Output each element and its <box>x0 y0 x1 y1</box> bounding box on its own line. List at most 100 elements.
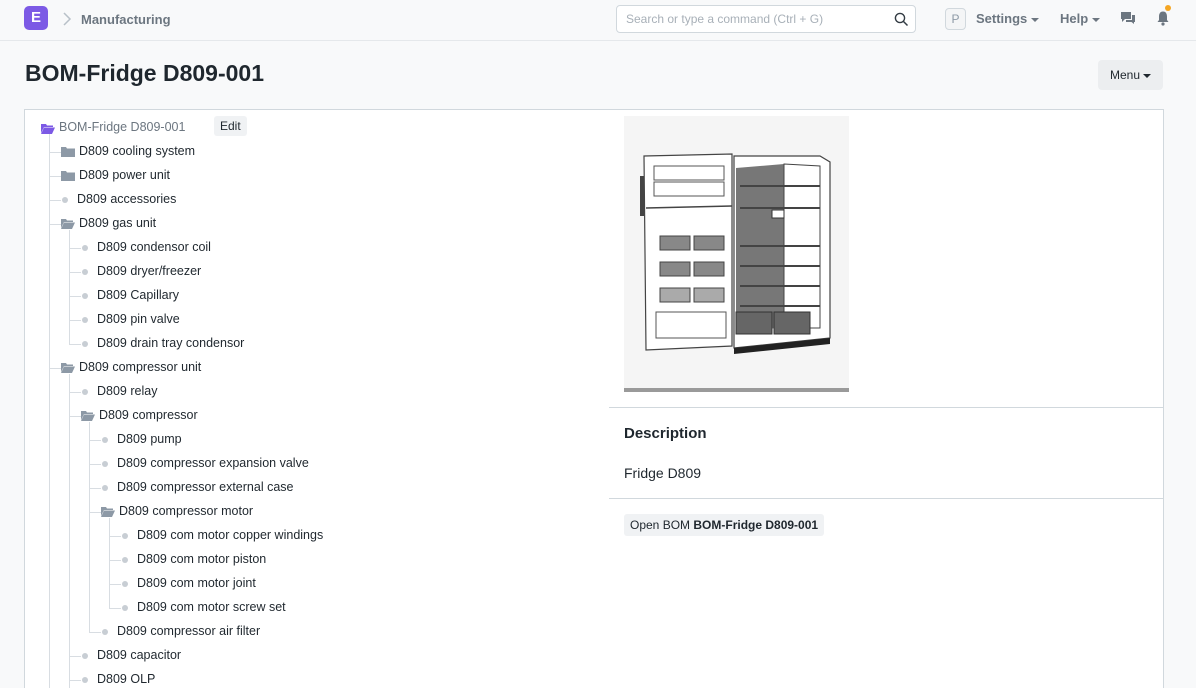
tree-connector <box>89 488 101 489</box>
tree-connector <box>69 374 70 688</box>
tree-connector <box>69 392 81 393</box>
tree-node[interactable]: D809 OLP <box>97 670 155 688</box>
help-dropdown[interactable]: Help <box>1060 11 1101 26</box>
leaf-dot-icon <box>82 389 88 395</box>
tree-node[interactable]: D809 capacitor <box>97 646 181 664</box>
caret-down-icon <box>1092 17 1101 22</box>
tree-connector <box>89 422 90 632</box>
leaf-dot-icon <box>82 293 88 299</box>
folder-icon <box>61 171 75 181</box>
tree-node[interactable]: D809 compressor <box>99 406 198 424</box>
tree-node[interactable]: D809 com motor joint <box>137 574 256 592</box>
tree-connector <box>89 512 101 513</box>
menu-button[interactable]: Menu <box>1098 60 1163 90</box>
tree-connector <box>49 152 61 153</box>
search-input[interactable] <box>617 6 887 32</box>
leaf-dot-icon <box>122 533 128 539</box>
tree-node[interactable]: D809 com motor piston <box>137 550 266 568</box>
tree-connector <box>109 560 121 561</box>
tree-node[interactable]: D809 condensor coil <box>97 238 211 256</box>
tree-node[interactable]: D809 Capillary <box>97 286 179 304</box>
tree-connector <box>109 608 121 609</box>
tree-node[interactable]: D809 gas unit <box>79 214 156 232</box>
tree-connector <box>69 320 81 321</box>
tree-node[interactable]: D809 compressor expansion valve <box>117 454 309 472</box>
tree-connector <box>89 632 101 633</box>
tree-node[interactable]: D809 power unit <box>79 166 170 184</box>
tree-node[interactable]: D809 compressor unit <box>79 358 201 376</box>
tree-node[interactable]: D809 drain tray condensor <box>97 334 244 352</box>
chat-icon[interactable] <box>1120 10 1136 26</box>
leaf-dot-icon <box>62 197 68 203</box>
chevron-right-icon <box>63 12 72 26</box>
tree-node[interactable]: D809 compressor air filter <box>117 622 260 640</box>
leaf-dot-icon <box>82 677 88 683</box>
bom-tree-card: BOM-Fridge D809-001 Edit D809 cooling sy… <box>24 109 1164 688</box>
tree-node[interactable]: D809 pin valve <box>97 310 180 328</box>
tree-connector <box>69 272 81 273</box>
tree-connector <box>69 656 81 657</box>
open-bom-button[interactable]: Open BOM BOM-Fridge D809-001 <box>624 514 825 536</box>
tree-node[interactable]: D809 com motor copper windings <box>137 526 323 544</box>
tree-connector <box>69 416 81 417</box>
leaf-dot-icon <box>122 605 128 611</box>
tree-connector <box>49 368 61 369</box>
leaf-dot-icon <box>122 557 128 563</box>
open-bom-name: BOM-Fridge D809-001 <box>693 518 819 532</box>
folder-open-icon <box>61 363 75 373</box>
leaf-dot-icon <box>82 269 88 275</box>
divider <box>609 498 1164 499</box>
description-heading: Description <box>624 425 707 442</box>
tree-node[interactable]: D809 dryer/freezer <box>97 262 201 280</box>
tree-connector <box>109 518 110 608</box>
app-logo[interactable]: E <box>24 6 48 30</box>
search-bar <box>616 5 916 33</box>
settings-label: Settings <box>976 11 1028 26</box>
tree-node[interactable]: D809 com motor screw set <box>137 598 286 616</box>
tree-node[interactable]: D809 accessories <box>77 190 176 208</box>
tree-connector <box>109 584 121 585</box>
notification-dot <box>1165 5 1171 11</box>
leaf-dot-icon <box>82 341 88 347</box>
leaf-dot-icon <box>122 581 128 587</box>
tree-connector <box>89 464 101 465</box>
tree-connector <box>69 248 81 249</box>
tree-node[interactable]: D809 pump <box>117 430 182 448</box>
breadcrumb-manufacturing[interactable]: Manufacturing <box>81 12 171 27</box>
tree-node[interactable]: D809 cooling system <box>79 142 195 160</box>
leaf-dot-icon <box>82 317 88 323</box>
tree-node-root[interactable]: BOM-Fridge D809-001 <box>59 118 185 136</box>
leaf-dot-icon <box>82 245 88 251</box>
leaf-dot-icon <box>102 629 108 635</box>
tree-node[interactable]: D809 compressor motor <box>119 502 253 520</box>
tree-connector <box>109 536 121 537</box>
tree-connector <box>69 296 81 297</box>
leaf-dot-icon <box>102 461 108 467</box>
folder-open-icon <box>101 507 115 517</box>
folder-open-icon <box>41 124 55 134</box>
tree-connector <box>49 200 61 201</box>
bell-icon[interactable] <box>1156 10 1170 26</box>
navbar: E Manufacturing P Settings Help <box>0 0 1196 41</box>
tree-node[interactable]: D809 relay <box>97 382 157 400</box>
search-icon[interactable] <box>894 12 909 27</box>
edit-button[interactable]: Edit <box>214 116 247 136</box>
page-title: BOM-Fridge D809-001 <box>25 60 265 86</box>
folder-icon <box>61 147 75 157</box>
tree-node[interactable]: D809 compressor external case <box>117 478 293 496</box>
folder-open-icon <box>81 411 95 421</box>
tree-connector <box>69 680 81 681</box>
divider <box>609 407 1164 408</box>
tree-connector <box>49 134 50 688</box>
leaf-dot-icon <box>102 437 108 443</box>
tree-connector <box>49 176 61 177</box>
caret-down-icon <box>1031 17 1040 22</box>
help-label: Help <box>1060 11 1089 26</box>
bom-tree: BOM-Fridge D809-001 Edit D809 cooling sy… <box>25 110 605 688</box>
caret-down-icon <box>1143 73 1152 78</box>
avatar[interactable]: P <box>945 8 966 30</box>
tree-connector <box>89 440 101 441</box>
menu-label: Menu <box>1109 68 1141 82</box>
settings-dropdown[interactable]: Settings <box>976 11 1040 26</box>
bom-detail-panel: Description Fridge D809 Open BOM BOM-Fri… <box>609 110 1164 688</box>
